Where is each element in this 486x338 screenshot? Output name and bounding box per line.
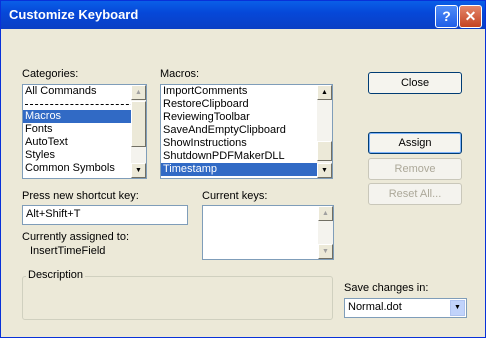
category-item-fonts[interactable]: Fonts — [23, 123, 146, 136]
assigned-label: Currently assigned to: — [22, 231, 129, 243]
current-keys-scrollbar[interactable]: ▲ ▼ — [318, 206, 333, 259]
categories-scrollbar[interactable]: ▲ ▼ — [131, 85, 146, 178]
categories-list[interactable]: All Commands Macros Fonts AutoText Style… — [22, 84, 147, 179]
macro-item[interactable]: ReviewingToolbar — [161, 111, 332, 124]
macro-item[interactable]: ShowInstructions — [161, 137, 332, 150]
macros-list[interactable]: ImportComments RestoreClipboard Reviewin… — [160, 84, 333, 179]
window-title: Customize Keyboard — [9, 7, 139, 22]
category-item-autotext[interactable]: AutoText — [23, 136, 146, 149]
category-separator — [25, 104, 144, 105]
title-bar[interactable]: Customize Keyboard ? ✕ — [1, 1, 485, 29]
scroll-up-icon[interactable]: ▲ — [131, 85, 146, 100]
macro-item[interactable]: RestoreClipboard — [161, 98, 332, 111]
close-button[interactable]: Close — [368, 72, 462, 94]
description-label: Description — [26, 269, 86, 281]
scroll-down-icon[interactable]: ▼ — [317, 163, 332, 178]
macros-label-text: Macros: — [160, 68, 200, 80]
reset-all-button[interactable]: Reset All... — [368, 183, 462, 205]
macro-item[interactable]: SaveAndEmptyClipboard — [161, 124, 332, 137]
remove-button[interactable]: Remove — [368, 158, 462, 180]
assign-button[interactable]: Assign — [368, 132, 462, 154]
current-keys-label: Current keys: — [202, 190, 268, 202]
shortcut-input[interactable]: Alt+Shift+T — [22, 205, 188, 225]
category-item-styles[interactable]: Styles — [23, 149, 146, 162]
scroll-down-icon[interactable]: ▼ — [318, 244, 333, 259]
save-changes-select[interactable]: Normal.dot ▼ — [344, 298, 467, 318]
shortcut-label: Press new shortcut key: — [22, 190, 139, 202]
category-item-macros[interactable]: Macros — [23, 110, 146, 123]
macro-item[interactable]: ImportComments — [161, 85, 332, 98]
help-icon[interactable]: ? — [435, 5, 458, 28]
macro-item-timestamp[interactable]: Timestamp — [161, 163, 332, 176]
macro-item[interactable]: ShutdownPDFMakerDLL — [161, 150, 332, 163]
assigned-value: InsertTimeField — [30, 245, 106, 257]
scroll-thumb[interactable] — [317, 141, 332, 161]
chevron-down-icon[interactable]: ▼ — [450, 300, 465, 316]
category-item-all-commands[interactable]: All Commands — [23, 85, 146, 98]
scroll-up-icon[interactable]: ▲ — [317, 85, 332, 100]
current-keys-list[interactable]: ▲ ▼ — [202, 205, 334, 260]
description-group — [22, 276, 333, 320]
save-changes-label: Save changes in: — [344, 282, 429, 294]
close-icon[interactable]: ✕ — [459, 5, 482, 28]
macros-label: Macros: — [160, 68, 199, 80]
macros-scrollbar[interactable]: ▲ ▼ — [317, 85, 332, 178]
save-changes-value: Normal.dot — [348, 301, 402, 313]
categories-label-text: Categories: — [22, 68, 79, 80]
scroll-thumb[interactable] — [131, 101, 146, 147]
scroll-up-icon[interactable]: ▲ — [318, 206, 333, 221]
categories-label: Categories: — [22, 68, 78, 80]
scroll-down-icon[interactable]: ▼ — [131, 163, 146, 178]
customize-keyboard-dialog: Customize Keyboard ? ✕ Categories: All C… — [0, 0, 486, 338]
category-item-common-symbols[interactable]: Common Symbols — [23, 162, 146, 175]
